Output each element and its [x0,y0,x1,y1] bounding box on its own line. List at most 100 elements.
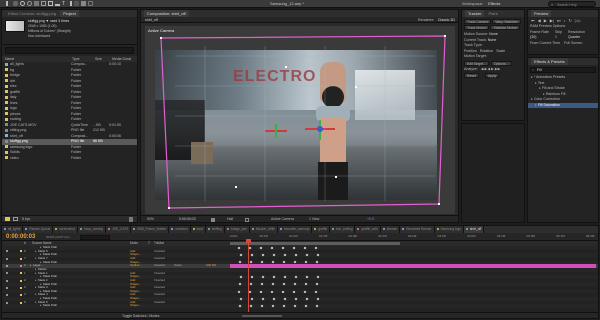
layer-mode[interactable]: Shape... [130,304,141,308]
playhead[interactable] [248,241,249,313]
timeline-tab[interactable]: boat [191,226,206,233]
ram-preview-icon[interactable]: ▷▷ [575,18,581,23]
visibility-eye-icon[interactable] [6,272,8,275]
options-button[interactable]: Options... [490,60,512,66]
views-select[interactable]: 1 View [309,216,319,223]
work-area-bar[interactable] [230,242,400,245]
visibility-eye-icon[interactable] [6,286,8,289]
timeline-tab[interactable]: shirt_off [463,226,485,233]
label-color-icon[interactable] [20,301,22,304]
visibility-eye-icon[interactable] [6,279,8,282]
visibility-eye-icon[interactable] [6,305,8,307]
label-color-icon[interactable] [20,279,22,282]
rotation-checkbox[interactable]: Rotation [480,49,493,53]
visibility-eye-icon[interactable] [6,265,8,268]
apply-button[interactable]: Apply [484,73,500,78]
layer-name[interactable]: Mask Path [43,304,57,308]
visibility-eye-icon[interactable] [6,250,8,253]
new-folder-icon[interactable] [5,217,10,221]
timeline-tab[interactable]: shifting [206,226,225,233]
current-time[interactable]: 0:00:00:03 [179,216,196,223]
timeline-tab[interactable]: Muzzer_drfile [250,226,279,233]
pan-behind-icon[interactable] [41,1,46,6]
timeline-tab[interactable]: shoulder_warmup [278,226,313,233]
timeline-tab[interactable]: dimmer [381,226,401,233]
visibility-eye-icon[interactable] [6,301,8,304]
play-icon[interactable]: ▶ [544,18,547,23]
disclosure-triangle-icon[interactable]: ▸ [531,97,533,101]
visibility-eye-icon[interactable] [6,261,8,263]
visibility-eye-icon[interactable] [6,276,8,278]
label-color-icon[interactable] [20,250,22,253]
effects-tree-item[interactable]: ▸Fill Saturation [528,102,598,108]
track-camera-button[interactable]: Track Camera [464,19,492,24]
loop-icon[interactable]: ↻ [569,18,572,23]
tab-effects-presets[interactable]: Effects & Presets [531,58,568,65]
timeline-tab[interactable]: JOE_CATS [106,226,132,233]
tab-composition[interactable]: Composition: shirt_off [144,10,189,17]
comp-breadcrumb[interactable]: shirt_off [145,18,158,22]
visibility-eye-icon[interactable] [6,294,8,297]
timeline-tab[interactable]: all_lights [2,226,24,233]
timeline-tab[interactable]: bridge_pan [225,226,250,233]
mask-outline-overlay[interactable] [145,26,455,214]
timeline-timecode[interactable]: 0:00:00:03 [6,233,35,241]
hand-tool-icon[interactable] [13,1,18,6]
label-color-icon[interactable] [20,265,22,268]
visibility-eye-icon[interactable] [6,254,8,256]
rotate-tool-icon[interactable] [27,1,32,6]
stamp-tool-icon[interactable] [74,1,80,6]
visibility-eye-icon[interactable] [6,269,8,271]
toggle-switches-modes[interactable]: Toggle Switches / Modes [122,313,160,319]
warp-stabilizer-button[interactable]: Warp Stabilizer [492,19,522,24]
next-frame-icon[interactable]: ▶| [550,18,554,23]
label-color-icon[interactable] [20,294,22,297]
pen-tool-icon[interactable] [55,1,60,6]
region-icon[interactable] [245,217,249,222]
stabilize-motion-button[interactable]: Stabilize Motion [490,25,521,30]
label-color-icon[interactable] [20,257,22,260]
quality-select[interactable]: Half [227,216,233,223]
timeline-tab[interactable]: Render Queue [23,226,54,233]
edit-target-button[interactable]: Edit Target... [464,60,489,66]
brush-tool-icon[interactable] [67,1,73,6]
current-track-select[interactable]: None [488,38,497,42]
zoom-select[interactable]: 50% [147,216,154,223]
timeline-tab[interactable]: graffiti [312,226,330,233]
timeline-tab[interactable]: hoop_overlay [78,226,107,233]
view-select[interactable]: Active Camera [271,216,294,223]
disclosure-triangle-icon[interactable]: ▸ [535,81,537,85]
timeline-tab[interactable]: graffiti_with [355,226,381,233]
timeline-tab[interactable]: Samsung logo [435,226,464,233]
last-frame-icon[interactable]: ⏭ [557,18,561,23]
timeline-tab[interactable]: bon_trolling [330,226,356,233]
eraser-tool-icon[interactable] [81,1,87,6]
effects-search[interactable]: ⌕ Fill [530,67,596,73]
timeline-tab[interactable]: EBD_Frame_leather [131,226,170,233]
new-comp-icon[interactable] [13,217,18,221]
disclosure-triangle-icon[interactable]: ▸ [40,304,42,308]
position-checkbox[interactable]: Position [464,49,477,53]
disclosure-triangle-icon[interactable]: ▸ [539,86,541,90]
project-item[interactable]: video Folder [2,156,137,162]
help-search[interactable]: ⌕ Search Help [548,1,596,7]
workspace-select[interactable]: Effects [488,1,500,6]
timeline-tab[interactable]: carrtown [169,226,191,233]
visibility-eye-icon[interactable] [6,291,8,293]
zoom-tool-icon[interactable] [20,1,25,6]
timeline-ruler[interactable]: 0:00s 00:15f 01:00f 01:15f 02:00f 02:15f 03:00… [230,233,596,241]
playhead-handle[interactable] [246,239,251,243]
timeline-search[interactable] [80,234,110,240]
tab-preview[interactable]: Preview [531,10,552,17]
from-current-checkbox[interactable]: From Current Time [530,41,560,45]
label-color-icon[interactable] [20,272,22,275]
visibility-eye-icon[interactable] [6,298,8,300]
prev-frame-icon[interactable]: ◀ [538,18,541,23]
tab-paint[interactable]: Paint [486,10,501,17]
tab-project[interactable]: Project [60,10,79,17]
rectangle-tool-icon[interactable] [48,1,53,6]
comp-viewer[interactable]: Active Camera ELECTRO [145,26,455,214]
timeline-tab[interactable]: Rendered Render [400,226,435,233]
project-search[interactable] [5,47,134,54]
analyze-back-icon[interactable]: ◀◀ ◀ ▶ ▶▶ [481,67,501,71]
